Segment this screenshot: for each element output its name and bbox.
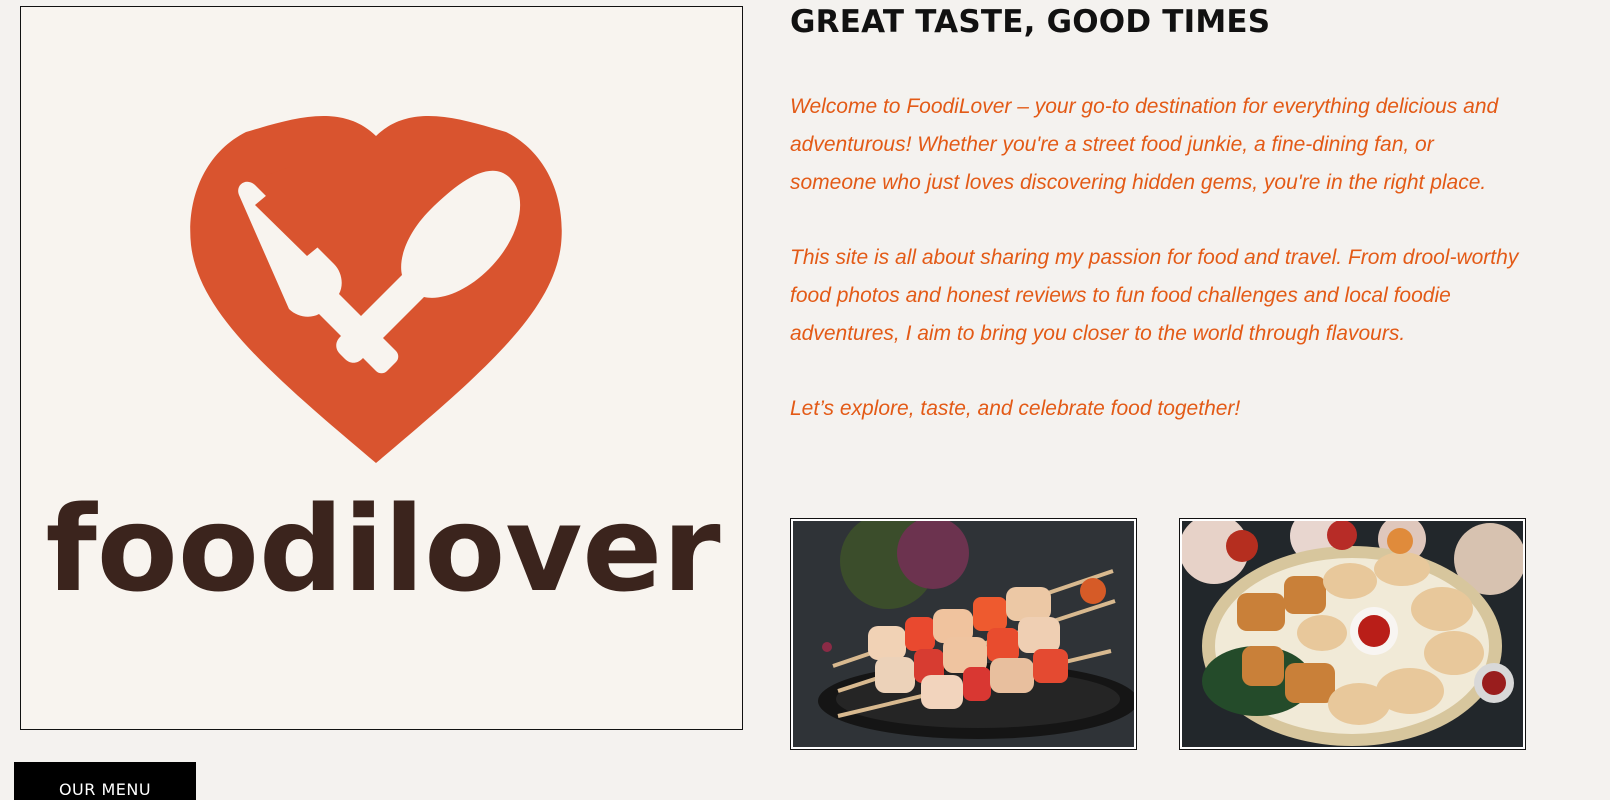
- intro-text: Welcome to FoodiLover – your go-to desti…: [790, 88, 1525, 465]
- grilled-skewers-photo: [790, 518, 1137, 750]
- dumpling-platter-image: [1182, 521, 1523, 747]
- logo-frame: foodilover: [20, 6, 743, 730]
- logo-wordmark: foodilover: [45, 480, 720, 618]
- dumpling-platter-photo: [1179, 518, 1526, 750]
- intro-paragraph: Let’s explore, taste, and celebrate food…: [790, 397, 1241, 420]
- page-title: GREAT TASTE, GOOD TIMES: [790, 4, 1271, 40]
- foodilover-logo: foodilover: [45, 116, 721, 618]
- intro-paragraph: Welcome to FoodiLover – your go-to desti…: [790, 95, 1499, 194]
- intro-paragraph: This site is all about sharing my passio…: [790, 246, 1519, 345]
- our-menu-button[interactable]: OUR MENU: [14, 762, 196, 800]
- grilled-skewers-image: [793, 521, 1134, 747]
- page: foodilover GREAT TASTE, GOOD TIMES Welco…: [0, 0, 1610, 800]
